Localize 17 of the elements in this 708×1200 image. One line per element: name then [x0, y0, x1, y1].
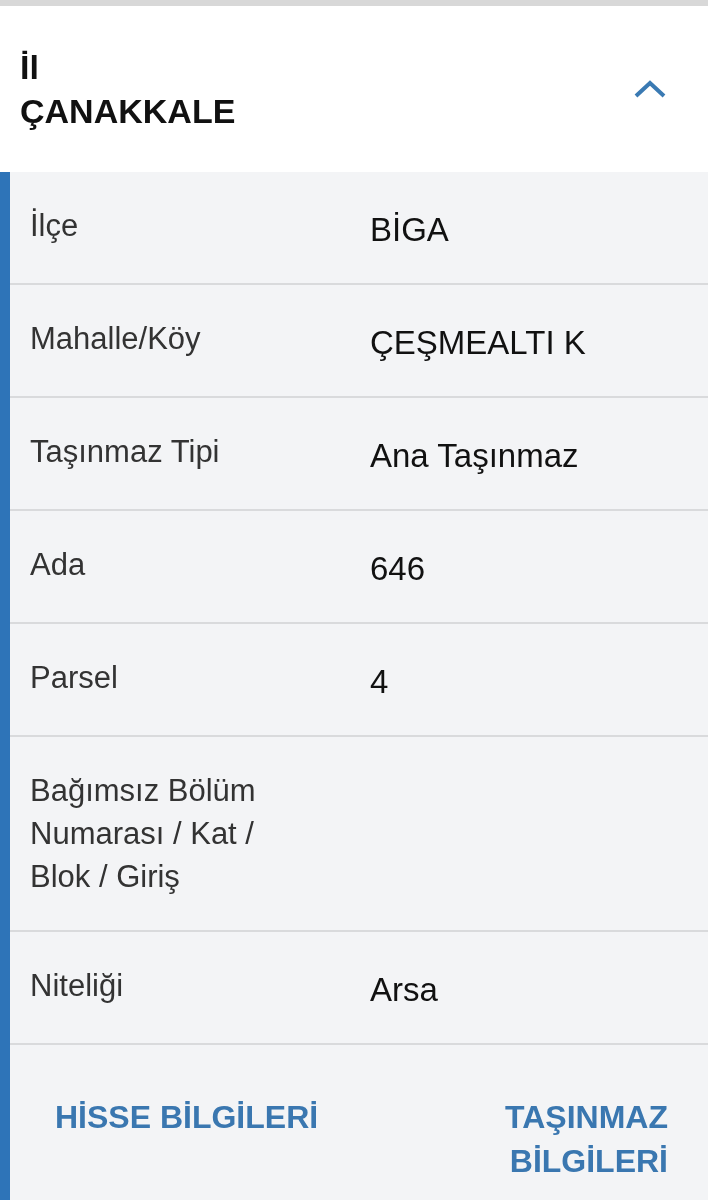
field-label: Ada [30, 546, 87, 584]
field-label: Parsel [30, 659, 119, 697]
section-link[interactable]: HİSSE BİLGİLERİ [55, 1095, 319, 1139]
field-label: Bağımsız Bölüm Numarası / Kat / Blok / Giriş [30, 772, 257, 896]
section-link[interactable]: TAŞINMAZ BİLGİLERİ [448, 1095, 668, 1183]
field-label: Niteliği [30, 967, 125, 1005]
field-value: 4 [370, 662, 390, 702]
field-label: İl [20, 47, 40, 88]
field-value: 646 [370, 549, 427, 589]
field-label: İlçe [30, 207, 80, 245]
field-value: Ana Taşınmaz [370, 436, 580, 476]
field-value: ÇANAKKALE [20, 91, 236, 132]
field-value: ÇEŞMEALTI K [370, 323, 587, 363]
field-value: Arsa [370, 970, 439, 1010]
field-label: Mahalle/Köy [30, 320, 202, 358]
field-value: BİGA [370, 210, 450, 250]
field-label: Taşınmaz Tipi [30, 433, 221, 471]
